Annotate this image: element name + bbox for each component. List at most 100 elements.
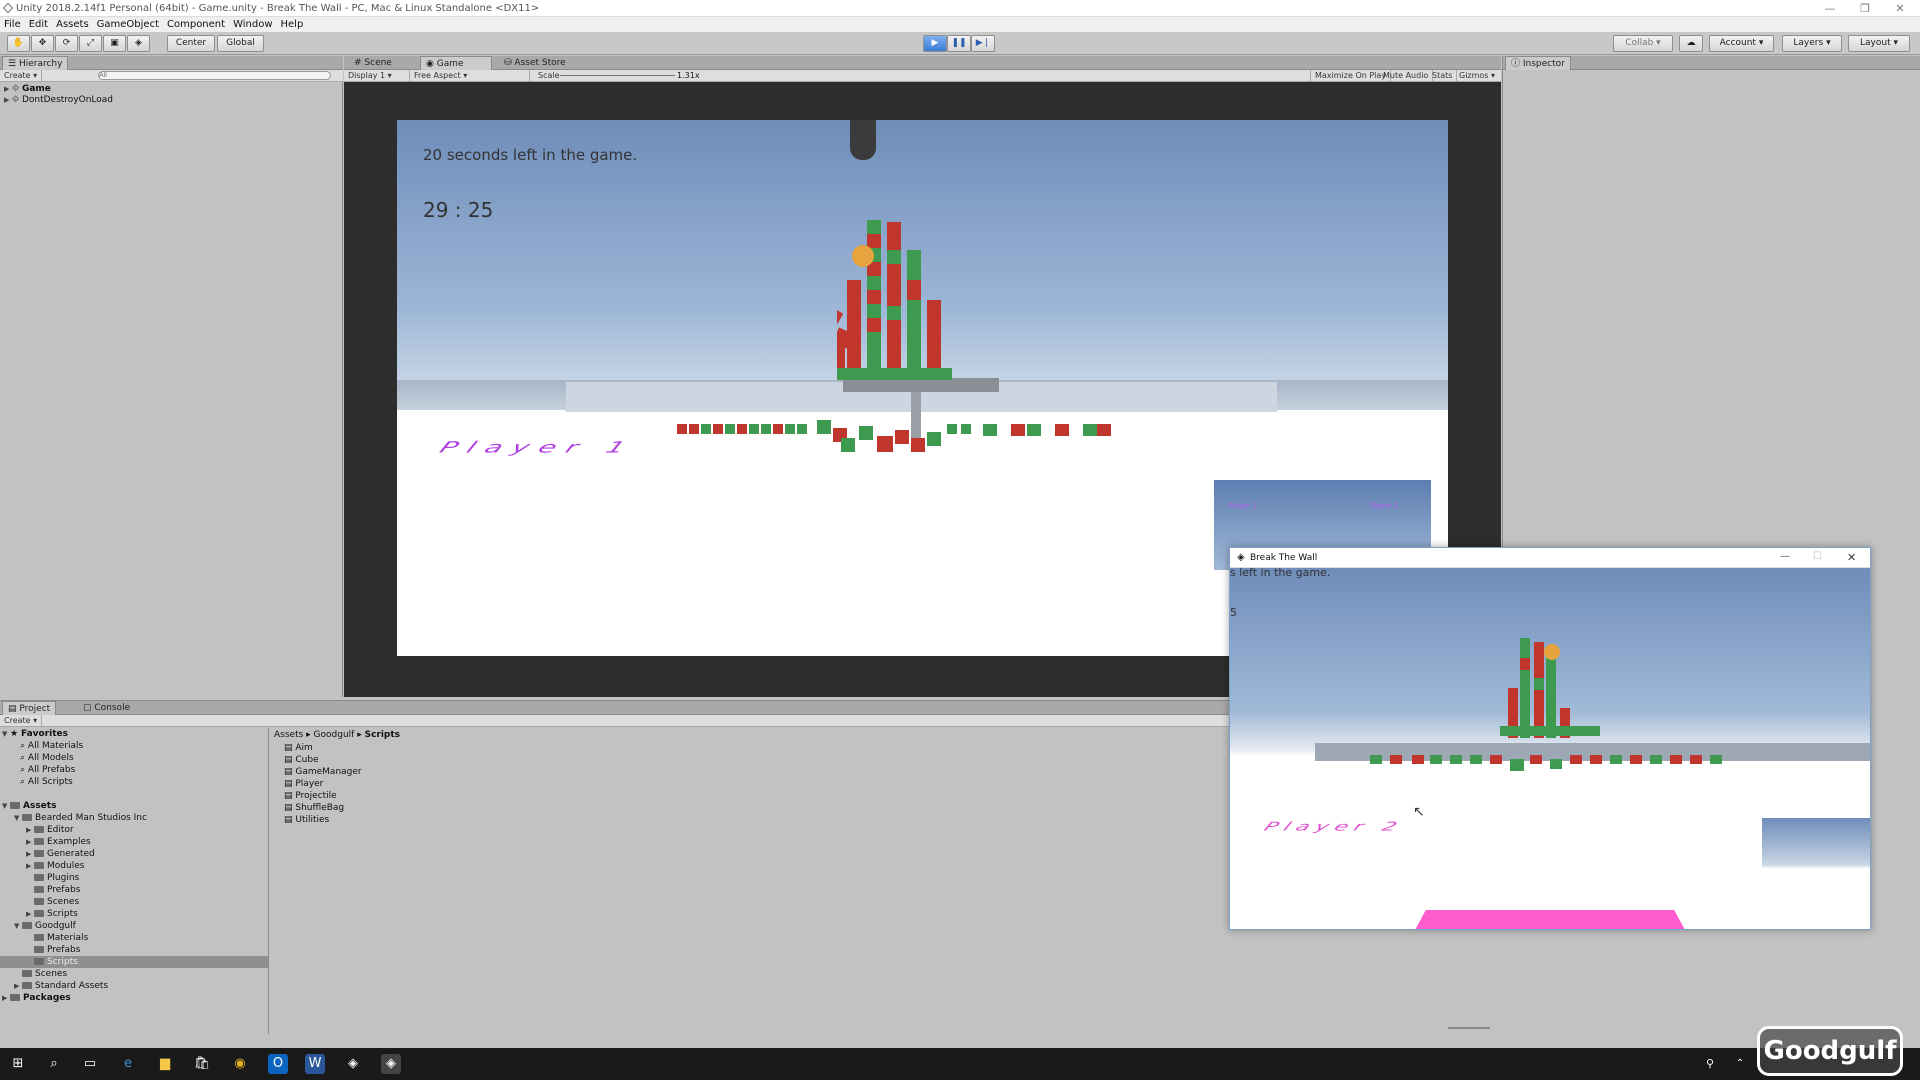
menu-gameobject[interactable]: GameObject xyxy=(93,17,163,32)
transform-tool-icon[interactable]: ◈ xyxy=(127,35,150,52)
expand-arrow-icon[interactable]: ▶ xyxy=(14,980,22,992)
expand-arrow-icon[interactable]: ▶ xyxy=(26,824,34,836)
chrome-icon[interactable]: ◉ xyxy=(230,1054,250,1074)
close-icon[interactable]: ✕ xyxy=(1847,551,1856,564)
maximize-icon[interactable]: ❐ xyxy=(1850,0,1880,17)
tree-folder-scenes[interactable]: Scenes xyxy=(26,896,79,908)
assets-root[interactable]: ▼ Assets xyxy=(2,800,56,812)
expand-arrow-icon[interactable]: ▶ xyxy=(26,860,34,872)
windows-start-icon[interactable]: ⊞ xyxy=(8,1054,28,1074)
rect-tool-icon[interactable]: ▣ xyxy=(103,35,126,52)
file-explorer-icon[interactable]: ▆ xyxy=(155,1054,175,1074)
tree-folder-prefabs[interactable]: Prefabs xyxy=(26,884,80,896)
list-item[interactable]: ▤ Player xyxy=(284,778,362,790)
minimize-icon[interactable]: — xyxy=(1780,551,1790,562)
icon-size-slider[interactable] xyxy=(1448,1027,1490,1029)
hand-tool-icon[interactable]: ✋ xyxy=(7,35,30,52)
search-icon[interactable]: ⌕ xyxy=(44,1054,64,1074)
tree-folder-examples[interactable]: ▶ Examples xyxy=(26,836,91,848)
tab-game[interactable]: ◉ Game xyxy=(420,56,492,70)
minimize-icon[interactable]: — xyxy=(1815,0,1845,17)
tree-folder-editor[interactable]: ▶ Editor xyxy=(26,824,74,836)
breadcrumb-assets[interactable]: Assets xyxy=(274,730,303,740)
tab-scene[interactable]: # Scene xyxy=(349,56,397,70)
word-icon[interactable]: W xyxy=(305,1054,325,1074)
expand-arrow-icon[interactable]: ▶ xyxy=(26,836,34,848)
favorite-all-models[interactable]: ⌕ All Models xyxy=(20,752,74,764)
list-item[interactable]: ▤ Projectile xyxy=(284,790,362,802)
tab-hierarchy[interactable]: ☰ Hierarchy xyxy=(2,56,69,70)
list-item[interactable]: ▤ Utilities xyxy=(284,814,362,826)
close-icon[interactable]: ✕ xyxy=(1885,0,1915,17)
move-tool-icon[interactable]: ✥ xyxy=(31,35,54,52)
tree-folder-goodgulf[interactable]: ▼ Goodgulf xyxy=(14,920,76,932)
tree-folder-plugins[interactable]: Plugins xyxy=(26,872,79,884)
tree-folder-prefabs[interactable]: Prefabs xyxy=(26,944,80,956)
menu-file[interactable]: File xyxy=(0,17,25,32)
people-icon[interactable]: ⚲ xyxy=(1700,1054,1720,1074)
expand-arrow-icon[interactable]: ▶ xyxy=(26,848,34,860)
tab-inspector[interactable]: ⓘ Inspector xyxy=(1505,56,1571,70)
list-item[interactable]: ▤ GameManager xyxy=(284,766,362,778)
list-item[interactable]: ▤ Cube xyxy=(284,754,362,766)
project-create-button[interactable]: Create ▾ xyxy=(0,715,43,726)
edge-browser-icon[interactable]: e xyxy=(118,1054,138,1074)
maximize-icon[interactable]: ☐ xyxy=(1813,551,1822,562)
hierarchy-create-button[interactable]: Create ▾ xyxy=(0,70,43,81)
collab-dropdown[interactable]: Collab ▾ xyxy=(1613,35,1673,52)
rotate-tool-icon[interactable]: ⟳ xyxy=(55,35,78,52)
build-window[interactable]: ◈ Break The Wall — ☐ ✕ s left in the gam… xyxy=(1229,547,1871,930)
tree-folder-scenes[interactable]: Scenes xyxy=(14,968,67,980)
expand-arrow-icon[interactable]: ▼ xyxy=(14,812,22,824)
pivot-center-button[interactable]: Center xyxy=(167,35,215,52)
hierarchy-search-input[interactable] xyxy=(98,71,331,80)
tray-chevron-icon[interactable]: ⌃ xyxy=(1730,1054,1750,1074)
favorite-all-scripts[interactable]: ⌕ All Scripts xyxy=(20,776,73,788)
build-game-render[interactable]: s left in the game. 5 ↖ Player 2 xyxy=(1230,568,1870,929)
tree-folder-scripts[interactable]: ▶ Scripts xyxy=(26,908,78,920)
expand-arrow-icon[interactable]: ▼ xyxy=(14,920,22,932)
pause-button[interactable]: ❚❚ xyxy=(947,35,971,52)
pivot-global-button[interactable]: Global xyxy=(217,35,264,52)
expand-arrow-icon[interactable]: ▶ xyxy=(26,908,34,920)
hierarchy-item-dontdestroyonload[interactable]: ▶ ⟐ DontDestroyOnLoad xyxy=(4,94,113,106)
tree-folder-scripts[interactable]: Scripts xyxy=(0,956,268,968)
tree-folder-modules[interactable]: ▶ Modules xyxy=(26,860,84,872)
menu-help[interactable]: Help xyxy=(277,17,308,32)
menu-edit[interactable]: Edit xyxy=(25,17,52,32)
layout-dropdown[interactable]: Layout ▾ xyxy=(1848,35,1910,52)
store-icon[interactable]: 🛍 xyxy=(192,1054,212,1074)
list-item[interactable]: ▤ Aim xyxy=(284,742,362,754)
menu-component[interactable]: Component xyxy=(163,17,229,32)
task-view-icon[interactable]: ▭ xyxy=(80,1054,100,1074)
display-dropdown[interactable]: Display 1 ▾ xyxy=(344,70,410,81)
scale-slider[interactable] xyxy=(560,75,675,76)
gizmos-dropdown[interactable]: Gizmos ▾ xyxy=(1455,70,1499,81)
tab-project[interactable]: ▤ Project xyxy=(2,701,57,715)
aspect-dropdown[interactable]: Free Aspect ▾ xyxy=(410,70,530,81)
tree-folder-generated[interactable]: ▶ Generated xyxy=(26,848,95,860)
favorites-header[interactable]: ▼ ★ Favorites xyxy=(2,728,68,740)
favorite-all-materials[interactable]: ⌕ All Materials xyxy=(20,740,83,752)
layers-dropdown[interactable]: Layers ▾ xyxy=(1782,35,1842,52)
account-dropdown[interactable]: Account ▾ xyxy=(1709,35,1774,52)
mute-audio-toggle[interactable]: Mute Audio xyxy=(1379,70,1434,81)
scale-tool-icon[interactable]: ⤢ xyxy=(79,35,102,52)
unity-editor-icon[interactable]: ◈ xyxy=(381,1054,401,1074)
list-item[interactable]: ▤ ShuffleBag xyxy=(284,802,362,814)
tree-folder-materials[interactable]: Materials xyxy=(26,932,88,944)
menu-assets[interactable]: Assets xyxy=(52,17,93,32)
outlook-icon[interactable]: O xyxy=(268,1054,288,1074)
step-button[interactable]: ▶❘ xyxy=(971,35,995,52)
tab-console[interactable]: ▢ Console xyxy=(78,701,135,715)
tree-folder-bearded-man-studios-inc[interactable]: ▼ Bearded Man Studios Inc xyxy=(14,812,147,824)
menu-window[interactable]: Window xyxy=(229,17,276,32)
breadcrumb-scripts[interactable]: Scripts xyxy=(365,730,400,740)
packages-root[interactable]: ▶ Packages xyxy=(2,992,71,1004)
breadcrumb-goodgulf[interactable]: Goodgulf xyxy=(314,730,355,740)
unity-hub-icon[interactable]: ◈ xyxy=(343,1054,363,1074)
favorite-all-prefabs[interactable]: ⌕ All Prefabs xyxy=(20,764,75,776)
tree-folder-standard-assets[interactable]: ▶ Standard Assets xyxy=(14,980,108,992)
cloud-icon[interactable]: ☁ xyxy=(1679,35,1703,52)
tab-asset-store[interactable]: ⛁ Asset Store xyxy=(499,56,571,70)
